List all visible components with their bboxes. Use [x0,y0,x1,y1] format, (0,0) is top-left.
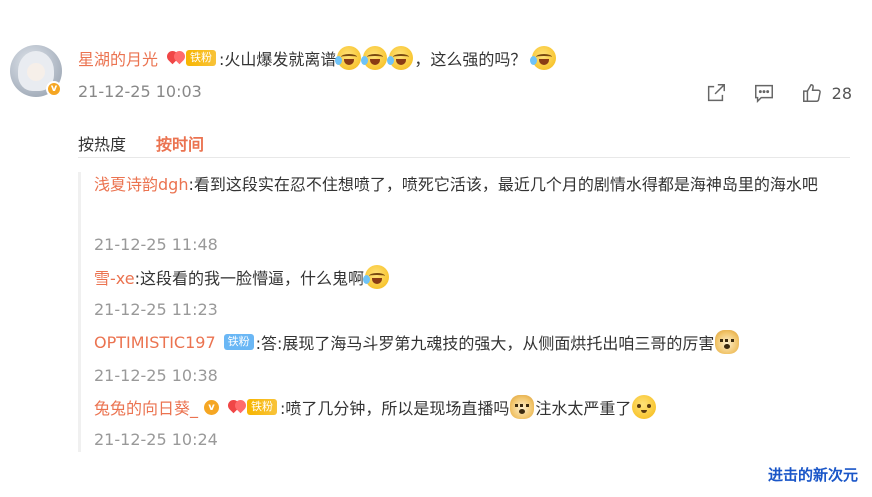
fan-badge: 铁粉 [223,334,254,351]
reply-item: OPTIMISTIC197 铁粉 :答:展现了海马斗罗第九魂技的强大，从侧面烘托… [94,329,740,355]
reply-timestamp: 21-12-25 11:23 [94,300,218,319]
reply-list: 浅夏诗韵dgh:看到这段实在忍不住想喷了，喷死它活该，最近几个月的剧情水得都是海… [78,172,851,452]
laugh-cry-emoji-icon [363,265,390,289]
reply-text: :看到这段实在忍不住想喷了，喷死它活该，最近几个月的剧情水得都是海神岛里的海水吧 [188,175,818,194]
main-comment-timestamp: 21-12-25 10:03 [78,82,202,101]
reply-text: :喷了几分钟，所以是现场直播吗 [280,399,510,418]
reply-text: :答:展现了海马斗罗第九魂技的强大，从侧面烘托出咱三哥的厉害 [255,334,715,353]
heart-icon [164,48,190,67]
reply-text: :这段看的我一脸懵逼，什么鬼啊 [134,269,365,288]
main-comment-username[interactable]: 星湖的月光 [78,46,158,70]
fan-tag-label: 铁粉 [186,50,217,66]
reply-timestamp: 21-12-25 10:38 [94,366,218,385]
reply-username[interactable]: 兔兔的向日葵_ [94,395,198,419]
doge-emoji-icon [510,395,535,419]
tab-sort-by-hot[interactable]: 按热度 [78,131,126,155]
like-count: 28 [831,83,852,103]
verified-badge-icon: v [46,81,62,97]
tab-sort-by-time[interactable]: 按时间 [156,131,204,155]
sort-tabs: 按热度 按时间 [78,131,204,155]
reply-text-tail: 注水太严重了 [535,399,632,418]
reply-timestamp: 21-12-25 10:24 [94,430,218,449]
laugh-cry-emoji-icon [530,46,557,70]
verified-badge-icon: v [204,399,220,415]
fan-tag-label: 铁粉 [223,334,254,350]
laugh-cry-emoji-icon [387,46,414,70]
fan-badge: 铁粉 [225,397,278,416]
reply-timestamp: 21-12-25 11:48 [94,235,218,254]
share-icon[interactable] [704,81,728,105]
reply-username[interactable]: 雪-xe [94,265,135,289]
comment-icon[interactable] [752,81,776,105]
doge-emoji-icon [715,330,740,354]
divider [78,157,850,158]
reply-item: 兔兔的向日葵_ v 铁粉 :喷了几分钟，所以是现场直播吗 注水太严重了 [94,394,657,420]
reply-item: 雪-xe :这段看的我一脸懵逼，什么鬼啊 [94,264,390,290]
main-comment-line: 星湖的月光 铁粉 :火山爆发就离谱 ，这么强的吗？ [78,46,557,70]
avatar-face [27,63,45,81]
shy-emoji-icon [632,395,657,419]
watermark: 进击的新次元 [767,466,858,484]
main-comment-text: :火山爆发就离谱 [219,50,337,69]
comment-actions: 28 [680,80,852,106]
main-comment-text-tail: ，这么强的吗？ [414,50,527,69]
fan-tag-label: 铁粉 [247,399,278,415]
reply-username[interactable]: 浅夏诗韵dgh [94,175,188,194]
fan-badge: 铁粉 [164,48,217,67]
like-icon[interactable] [800,81,824,105]
reply-item: 浅夏诗韵dgh:看到这段实在忍不住想喷了，喷死它活该，最近几个月的剧情水得都是海… [94,170,854,200]
heart-icon [225,397,251,416]
laugh-cry-emoji-icon [335,46,362,70]
reply-username[interactable]: OPTIMISTIC197 [94,333,216,352]
laugh-cry-emoji-icon [361,46,388,70]
